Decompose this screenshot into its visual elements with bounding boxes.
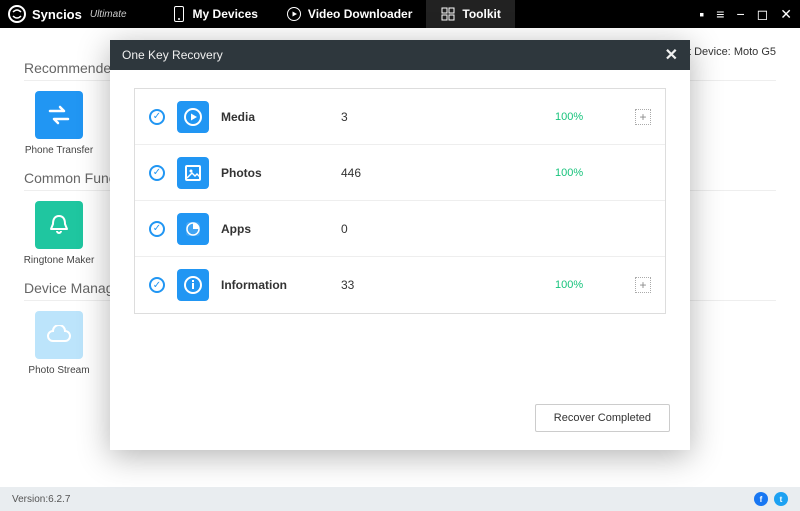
dialog-header: One Key Recovery ✕ xyxy=(110,40,690,70)
dialog-body: Media 3 100% + Photos 446 100% xyxy=(110,70,690,390)
modal-backdrop: One Key Recovery ✕ Media 3 100% + Photos xyxy=(0,0,800,511)
row-percent: 100% xyxy=(555,111,635,123)
checkbox-media[interactable] xyxy=(149,109,165,125)
row-name: Media xyxy=(221,110,341,124)
photos-icon xyxy=(177,157,209,189)
row-name: Apps xyxy=(221,222,341,236)
row-name: Information xyxy=(221,278,341,292)
expand-icon[interactable]: + xyxy=(635,109,651,125)
apps-icon xyxy=(177,213,209,245)
one-key-recovery-dialog: One Key Recovery ✕ Media 3 100% + Photos xyxy=(110,40,690,450)
row-percent: 100% xyxy=(555,167,635,179)
row-apps: Apps 0 xyxy=(135,201,665,257)
row-count: 0 xyxy=(341,222,461,236)
recover-completed-button[interactable]: Recover Completed xyxy=(535,404,670,432)
checkbox-photos[interactable] xyxy=(149,165,165,181)
dialog-footer: Recover Completed xyxy=(110,390,690,450)
row-photos: Photos 446 100% xyxy=(135,145,665,201)
dialog-title: One Key Recovery xyxy=(122,48,223,62)
recovery-list: Media 3 100% + Photos 446 100% xyxy=(134,88,666,314)
close-icon[interactable]: ✕ xyxy=(665,45,678,65)
info-icon xyxy=(177,269,209,301)
expand-icon[interactable]: + xyxy=(635,277,651,293)
row-information: Information 33 100% + xyxy=(135,257,665,313)
row-count: 446 xyxy=(341,166,461,180)
row-count: 33 xyxy=(341,278,461,292)
row-media: Media 3 100% + xyxy=(135,89,665,145)
checkbox-apps[interactable] xyxy=(149,221,165,237)
row-name: Photos xyxy=(221,166,341,180)
row-count: 3 xyxy=(341,110,461,124)
media-icon xyxy=(177,101,209,133)
row-percent: 100% xyxy=(555,279,635,291)
checkbox-information[interactable] xyxy=(149,277,165,293)
